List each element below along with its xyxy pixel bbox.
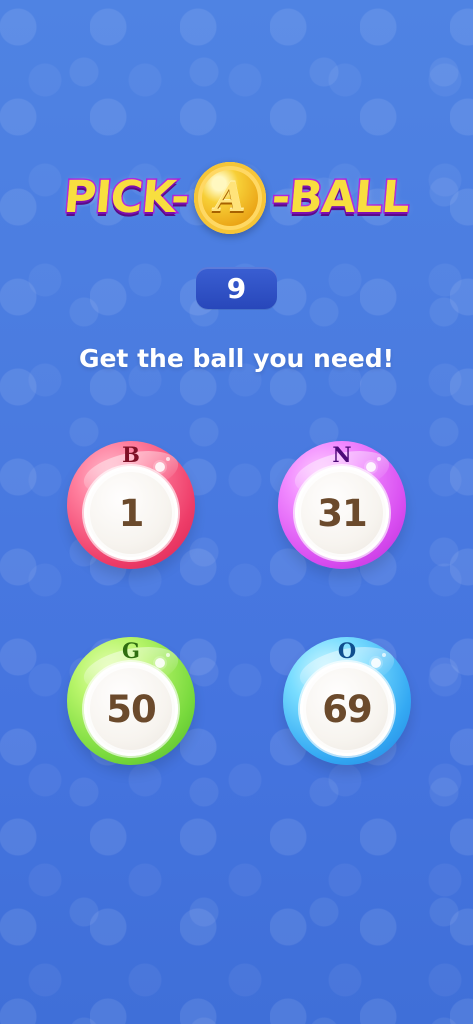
ball-letter-b: B xyxy=(122,442,140,467)
game-title: PICK- A -BALL xyxy=(0,148,473,248)
coin-icon: A xyxy=(194,162,267,234)
ball-b-1[interactable]: B 1 xyxy=(67,441,195,569)
ball-face: 31 xyxy=(295,466,389,560)
ball-letter-n: N xyxy=(332,442,352,467)
ball-face: 1 xyxy=(84,466,178,560)
ball-n-31[interactable]: N 31 xyxy=(278,441,406,569)
ball-face: 69 xyxy=(300,662,394,756)
ball-number-69: 69 xyxy=(322,688,372,731)
ball-letter-g: G xyxy=(122,638,140,663)
ball-number-50: 50 xyxy=(106,688,156,731)
instruction-text: Get the ball you need! xyxy=(78,344,395,373)
pick-a-ball-screen: PICK- A -BALL 9 Get the ball you need! B… xyxy=(0,0,473,1024)
ball-g-50[interactable]: G 50 xyxy=(67,637,195,765)
ball-letter-o: O xyxy=(337,638,357,663)
ball-face: 50 xyxy=(84,662,178,756)
title-right: -BALL xyxy=(269,171,413,225)
ball-number-1: 1 xyxy=(118,492,145,535)
countdown-counter: 9 xyxy=(196,267,277,309)
ball-number-31: 31 xyxy=(317,492,367,535)
title-left: PICK- xyxy=(60,171,192,225)
ball-o-69[interactable]: O 69 xyxy=(283,637,411,765)
coin-letter: A xyxy=(214,174,246,221)
